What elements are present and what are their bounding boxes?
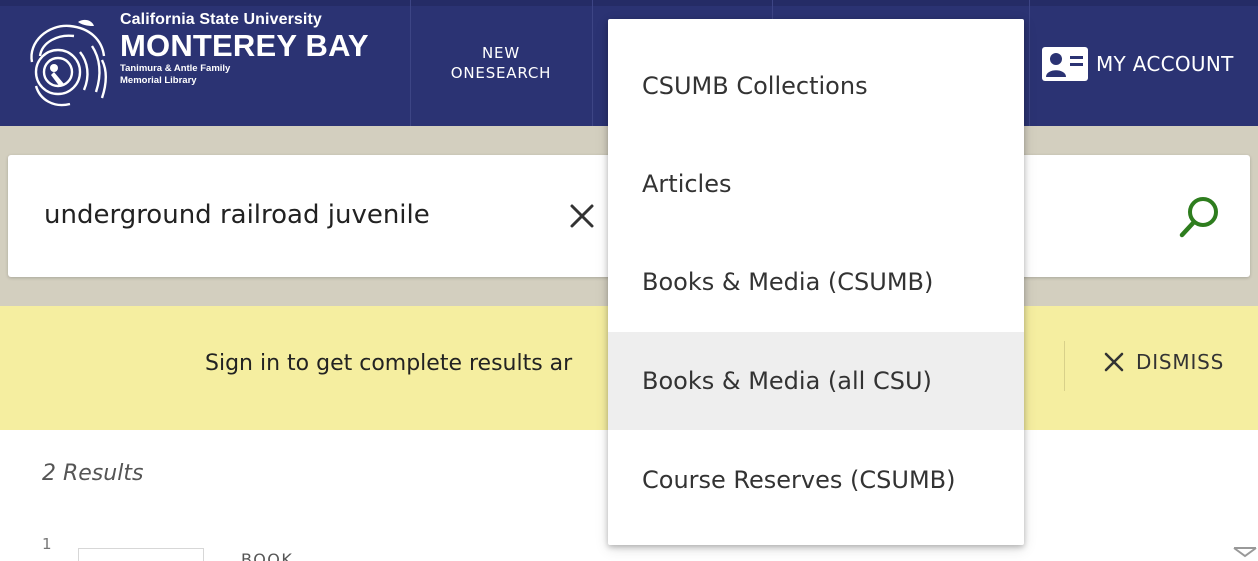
search-icon[interactable] [1176,193,1224,241]
scope-option-articles[interactable]: Articles [608,135,1024,233]
otter-logo-icon [30,19,107,107]
logo-wordmark: California State University MONTEREY BAY… [120,12,369,85]
close-icon [1104,352,1124,372]
logo-library-name-line1: Tanimura & Antle Family [120,63,231,74]
dismiss-button[interactable]: DISMISS [1102,350,1224,374]
sign-in-notice-text: Sign in to get complete results ar [205,351,573,376]
dismiss-label: DISMISS [1136,350,1225,374]
logo-campus-name: MONTEREY BAY [120,28,369,63]
account-card-icon [1042,47,1088,81]
nav-new-onesearch-line2: ONESEARCH [450,64,552,82]
scope-option-books-media-csumb[interactable]: Books & Media (CSUMB) [608,233,1024,331]
scope-option-csumb-collections[interactable]: CSUMB Collections [608,37,1024,135]
library-logo[interactable]: California State University MONTEREY BAY… [0,0,411,126]
scope-option-course-reserves-csumb[interactable]: Course Reserves (CSUMB) [608,431,1024,529]
my-account-label: MY ACCOUNT [1096,52,1234,76]
close-icon[interactable] [564,198,600,234]
email-icon[interactable] [1232,546,1258,561]
logo-university-name: California State University [120,11,322,28]
nav-new-onesearch-line1: NEW [482,43,520,62]
results-count: 2 Results [42,461,144,486]
notice-divider [1064,341,1065,391]
result-thumbnail[interactable] [78,548,204,561]
my-account-link[interactable]: MY ACCOUNT [1042,40,1234,88]
logo-library-name-line2: Memorial Library [120,74,197,86]
search-input[interactable] [44,185,564,245]
result-index: 1 [42,535,52,553]
nav-new-onesearch[interactable]: NEW ONESEARCH [410,0,593,126]
scope-dropdown-menu: CSUMB Collections Articles Books & Media… [608,19,1024,545]
result-type-label: BOOK [241,550,294,561]
nav-new-onesearch-label: NEW ONESEARCH [451,43,551,84]
scope-option-books-media-all-csu[interactable]: Books & Media (all CSU) [608,332,1024,430]
